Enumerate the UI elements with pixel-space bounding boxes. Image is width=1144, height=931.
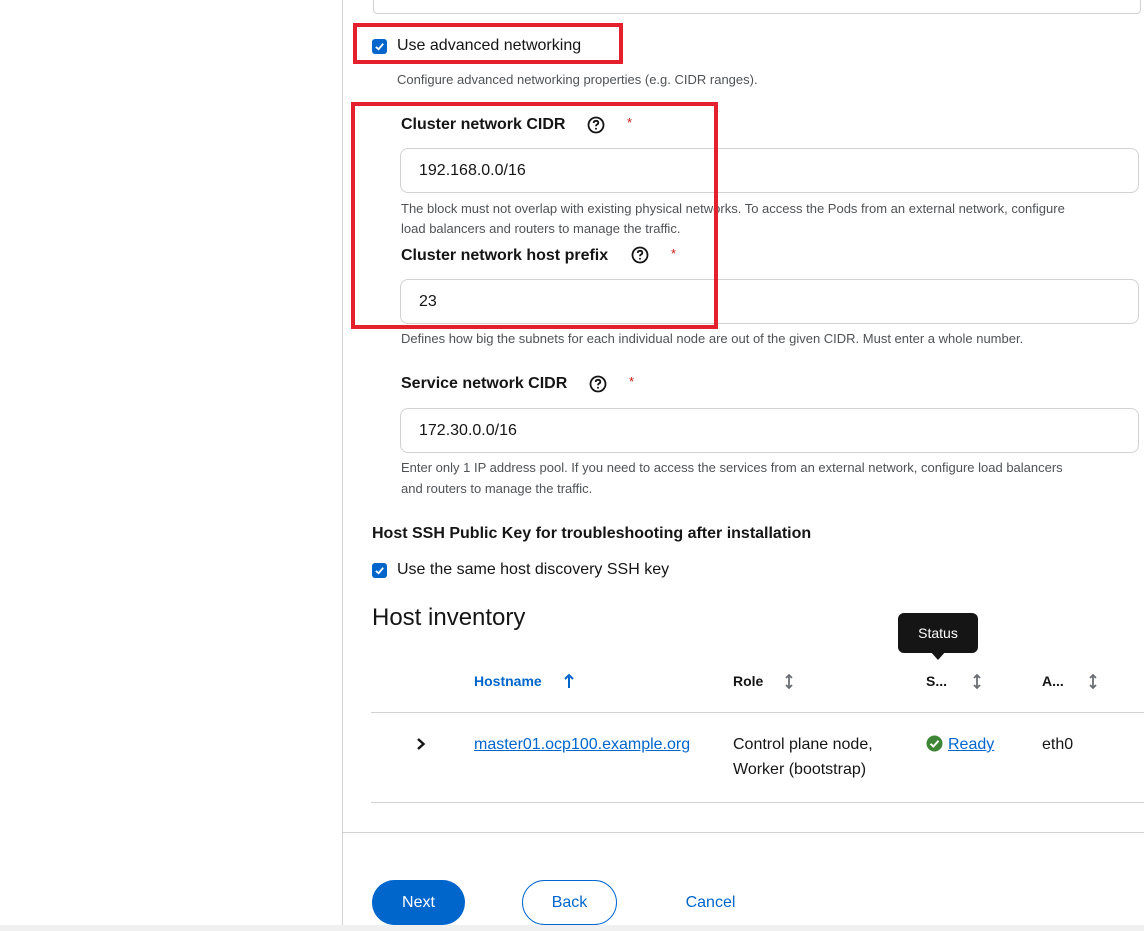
sort-arrows-icon[interactable] bbox=[971, 673, 983, 690]
question-circle-icon[interactable] bbox=[631, 246, 649, 264]
role-line1: Control plane node, bbox=[733, 736, 873, 753]
role-line2: Worker (bootstrap) bbox=[733, 761, 867, 778]
advanced-networking-label[interactable]: Use advanced networking bbox=[397, 37, 581, 55]
cluster-cidr-helper-line2: load balancers and routers to manage the… bbox=[401, 221, 681, 236]
networking-form: Use advanced networking Configure advanc… bbox=[343, 0, 1144, 925]
nic-cell: eth0 bbox=[1042, 736, 1074, 753]
sort-arrows-icon[interactable] bbox=[1087, 673, 1099, 690]
service-cidr-input[interactable]: 172.30.0.0/16 bbox=[400, 408, 1139, 453]
required-indicator: * bbox=[629, 374, 635, 389]
column-header-hostname[interactable]: Hostname bbox=[474, 673, 542, 689]
ssh-section-title: Host SSH Public Key for troubleshooting … bbox=[372, 525, 812, 542]
host-prefix-input[interactable]: 23 bbox=[400, 279, 1139, 324]
cluster-cidr-helper-line1: The block must not overlap with existing… bbox=[401, 201, 1065, 216]
ssh-key-checkbox[interactable] bbox=[372, 563, 387, 578]
column-header-role[interactable]: Role bbox=[733, 673, 763, 689]
hostname-link[interactable]: master01.ocp100.example.org bbox=[474, 732, 690, 757]
status-tooltip: Status bbox=[898, 613, 978, 653]
previous-field-input[interactable] bbox=[373, 0, 1141, 14]
status-ready-link[interactable]: Ready bbox=[948, 732, 994, 757]
required-indicator: * bbox=[627, 115, 633, 130]
check-icon bbox=[375, 43, 384, 51]
cluster-cidr-input[interactable]: 192.168.0.0/16 bbox=[400, 148, 1139, 193]
advanced-networking-checkbox[interactable] bbox=[372, 39, 387, 54]
chevron-right-icon[interactable] bbox=[415, 737, 427, 751]
required-indicator: * bbox=[671, 246, 677, 261]
next-button[interactable]: Next bbox=[372, 880, 465, 925]
left-rail bbox=[0, 0, 342, 925]
bottom-strip bbox=[0, 925, 1144, 931]
column-header-status[interactable]: S... bbox=[926, 673, 947, 689]
host-inventory-title: Host inventory bbox=[372, 604, 526, 631]
host-prefix-helper: Defines how big the subnets for each ind… bbox=[401, 331, 1024, 346]
service-cidr-helper-line2: and routers to manage the traffic. bbox=[401, 481, 593, 496]
back-button[interactable]: Back bbox=[522, 880, 617, 925]
question-circle-icon[interactable] bbox=[587, 116, 605, 134]
ssh-key-label[interactable]: Use the same host discovery SSH key bbox=[397, 561, 669, 579]
sort-arrows-icon[interactable] bbox=[783, 673, 795, 690]
table-header-divider bbox=[371, 712, 1144, 713]
footer-divider bbox=[343, 832, 1144, 833]
check-icon bbox=[375, 567, 384, 575]
host-prefix-label: Cluster network host prefix bbox=[401, 247, 609, 264]
table-row-divider bbox=[371, 802, 1144, 803]
service-cidr-helper-line1: Enter only 1 IP address pool. If you nee… bbox=[401, 460, 1063, 475]
question-circle-icon[interactable] bbox=[589, 375, 607, 393]
check-circle-icon bbox=[926, 735, 943, 752]
tooltip-arrow bbox=[930, 651, 946, 660]
cancel-button[interactable]: Cancel bbox=[673, 880, 748, 925]
service-cidr-label: Service network CIDR bbox=[401, 375, 568, 392]
cluster-cidr-label: Cluster network CIDR bbox=[401, 116, 566, 133]
arrow-up-icon[interactable] bbox=[563, 673, 575, 690]
advanced-networking-helper: Configure advanced networking properties… bbox=[397, 72, 758, 87]
column-header-address[interactable]: A... bbox=[1042, 673, 1064, 689]
